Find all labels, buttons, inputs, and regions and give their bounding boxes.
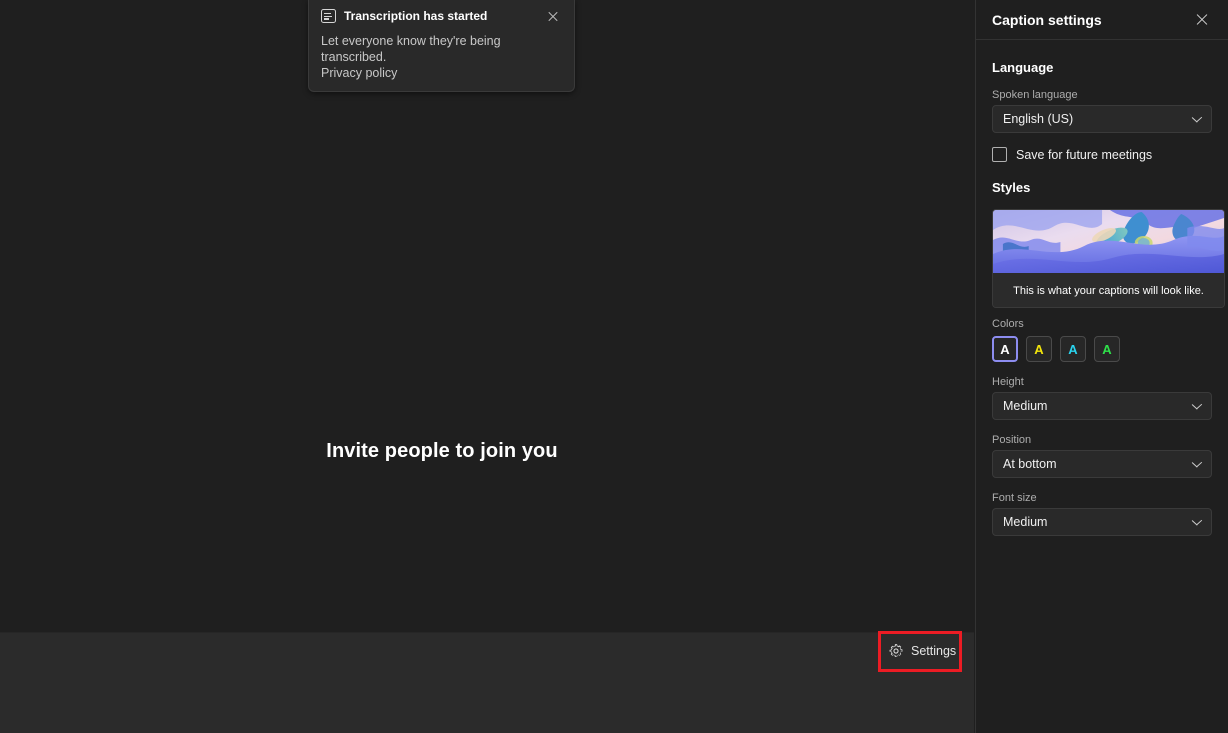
toast-title: Transcription has started	[344, 9, 488, 23]
font-size-label: Font size	[992, 492, 1037, 504]
caption-color-options: A A A A	[992, 336, 1212, 362]
panel-header: Caption settings	[976, 0, 1228, 40]
chevron-down-icon	[1192, 403, 1201, 412]
settings-button-label: Settings	[911, 644, 957, 658]
privacy-policy-link[interactable]: Privacy policy	[321, 65, 562, 81]
preview-caption-bar: This is what your captions will look lik…	[993, 273, 1224, 307]
app-root: Invite people to join you Transcription …	[0, 0, 1228, 733]
save-for-future-meetings-checkbox[interactable]: Save for future meetings	[992, 147, 1212, 162]
color-swatch-white[interactable]: A	[992, 336, 1018, 362]
spoken-language-select[interactable]: English (US)	[992, 105, 1212, 133]
caption-settings-panel: Caption settings Language Spoken languag…	[975, 0, 1228, 733]
color-swatch-letter: A	[1068, 341, 1078, 357]
chevron-down-icon	[1192, 116, 1201, 125]
meeting-stage: Invite people to join you	[0, 0, 974, 632]
color-swatch-letter: A	[1000, 341, 1010, 357]
position-label: Position	[992, 434, 1032, 446]
toast-body-text: Let everyone know they're being transcri…	[321, 34, 501, 64]
color-swatch-cyan[interactable]: A	[1060, 336, 1086, 362]
caption-preview: This is what your captions will look lik…	[992, 209, 1225, 308]
transcript-icon	[321, 9, 336, 23]
chevron-down-icon	[1192, 461, 1201, 470]
height-value: Medium	[1003, 399, 1048, 413]
position-select[interactable]: At bottom	[992, 450, 1212, 478]
settings-button[interactable]: Settings	[884, 638, 960, 664]
styles-section-title: Styles	[992, 180, 1031, 195]
height-select[interactable]: Medium	[992, 392, 1212, 420]
panel-title: Caption settings	[992, 11, 1102, 28]
font-size-value: Medium	[1003, 515, 1048, 529]
colors-label: Colors	[992, 318, 1024, 330]
toast-header: Transcription has started	[321, 7, 562, 25]
chevron-down-icon	[1192, 519, 1201, 528]
panel-body: Language Spoken language English (US) Sa…	[976, 40, 1228, 536]
color-swatch-yellow[interactable]: A	[1026, 336, 1052, 362]
gear-icon	[889, 644, 903, 657]
spoken-language-value: English (US)	[1003, 112, 1074, 126]
bottom-toolbar	[0, 632, 974, 733]
color-swatch-letter: A	[1034, 341, 1044, 357]
close-icon[interactable]	[544, 7, 562, 25]
preview-artwork	[993, 210, 1224, 273]
color-swatch-green[interactable]: A	[1094, 336, 1120, 362]
invite-people-heading: Invite people to join you	[326, 440, 558, 462]
spoken-language-label: Spoken language	[992, 89, 1078, 101]
preview-caption-text: This is what your captions will look lik…	[1013, 284, 1204, 297]
height-label: Height	[992, 376, 1024, 388]
font-size-select[interactable]: Medium	[992, 508, 1212, 536]
language-section-title: Language	[992, 60, 1054, 75]
checkbox-box	[992, 147, 1007, 162]
save-for-future-meetings-label: Save for future meetings	[1016, 147, 1153, 162]
close-icon[interactable]	[1192, 10, 1212, 30]
transcription-toast: Transcription has started Let everyone k…	[308, 0, 575, 92]
color-swatch-letter: A	[1102, 341, 1112, 357]
position-value: At bottom	[1003, 457, 1057, 471]
